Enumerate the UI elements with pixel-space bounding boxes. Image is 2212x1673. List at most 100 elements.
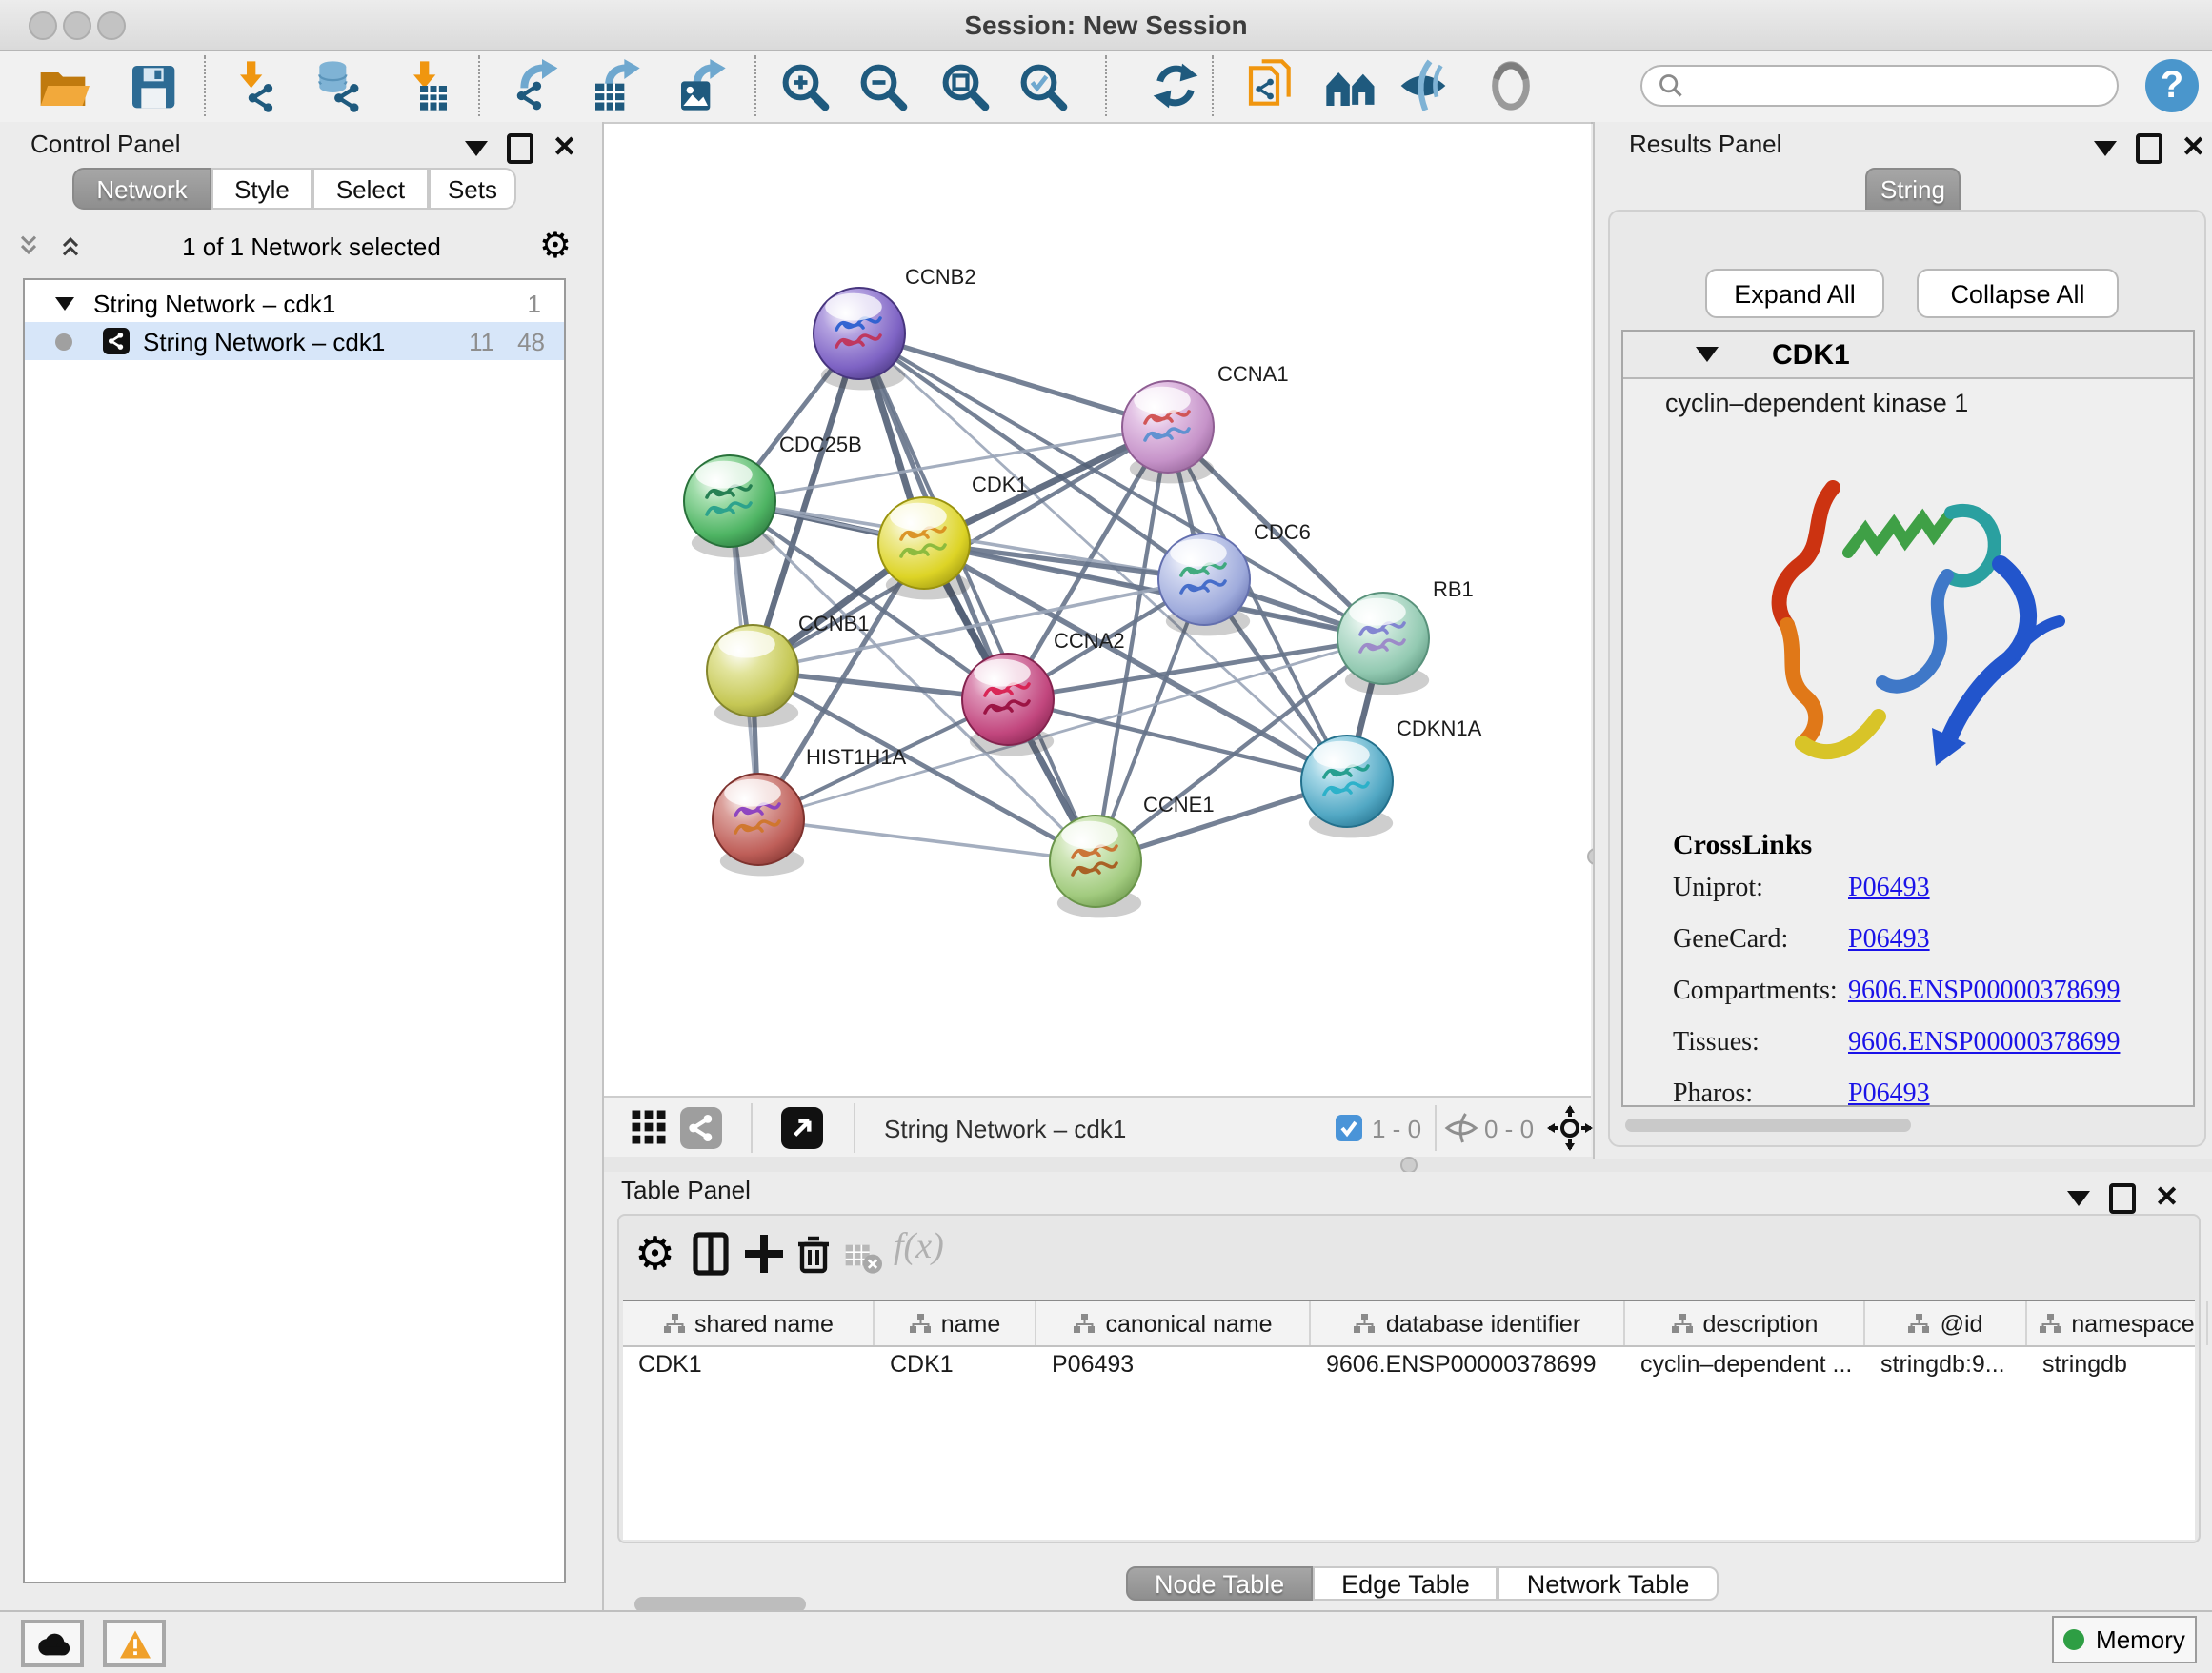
collapse-all-button[interactable]: Collapse All <box>1917 269 2119 318</box>
gear-icon[interactable]: ⚙ <box>539 231 572 261</box>
node-label: CDK1 <box>972 473 1028 496</box>
horizontal-splitter[interactable] <box>604 1157 2212 1172</box>
divider <box>751 1103 753 1153</box>
network-node-CDKN1A[interactable]: CDKN1A <box>1301 716 1482 837</box>
open-in-window-icon[interactable] <box>781 1107 823 1149</box>
zoom-fit-icon[interactable] <box>937 59 991 112</box>
search-field[interactable] <box>1640 65 2119 107</box>
crosslink-row: Tissues:9606.ENSP00000378699 <box>1673 1029 2168 1059</box>
results-scrollbar[interactable] <box>1625 1119 1911 1132</box>
collapse-panel-icon[interactable] <box>465 141 488 156</box>
help-button[interactable]: ? <box>2145 59 2199 112</box>
import-network-icon[interactable] <box>227 59 280 112</box>
table-cell: cyclin–dependent ... <box>1625 1347 1865 1383</box>
clone-network-icon[interactable] <box>1244 59 1297 112</box>
tab-select[interactable]: Select <box>312 168 429 210</box>
column-header-@id[interactable]: @id <box>1865 1301 2027 1345</box>
close-panel-icon[interactable]: ✕ <box>2182 137 2205 160</box>
close-panel-icon[interactable]: ✕ <box>553 137 576 160</box>
column-header-label: @id <box>1941 1310 1983 1337</box>
network-node-CCNA1[interactable]: CCNA1 <box>1122 362 1289 483</box>
collapse-panel-icon[interactable] <box>2067 1191 2090 1206</box>
move-crosshair-icon[interactable] <box>1547 1105 1593 1151</box>
tab-network-table[interactable]: Network Table <box>1498 1566 1719 1601</box>
divider <box>1435 1105 1437 1151</box>
memory-button[interactable]: Memory <box>2052 1616 2197 1663</box>
gene-section-header[interactable]: CDK1 <box>1623 332 2193 379</box>
warning-button[interactable] <box>103 1620 166 1667</box>
zoom-out-icon[interactable] <box>855 59 909 112</box>
column-header-canonical-name[interactable]: canonical name <box>1036 1301 1311 1345</box>
node-table: shared namenamecanonical namedatabase id… <box>623 1300 2195 1540</box>
network-node-CDK1[interactable]: CDK1 <box>878 473 1028 599</box>
expand-all-chevron-icon[interactable] <box>15 232 42 259</box>
crosslink-link[interactable]: 9606.ENSP00000378699 <box>1848 978 2120 1008</box>
tab-sets[interactable]: Sets <box>429 168 516 210</box>
tree-expand-icon[interactable] <box>55 296 74 310</box>
export-table-icon[interactable] <box>589 59 642 112</box>
zoom-in-icon[interactable] <box>777 59 831 112</box>
select-columns-icon[interactable] <box>688 1231 734 1277</box>
share-network-icon[interactable] <box>680 1107 722 1149</box>
float-panel-icon[interactable] <box>507 133 533 164</box>
column-header-namespace[interactable]: namespace <box>2027 1301 2208 1345</box>
column-header-database-identifier[interactable]: database identifier <box>1311 1301 1625 1345</box>
hide-eye-slash-icon[interactable] <box>1397 59 1450 112</box>
crosslink-label: Compartments: <box>1673 978 1848 1008</box>
zoom-selected-icon[interactable] <box>1016 59 1069 112</box>
crosslinks-title: CrossLinks <box>1673 831 2168 863</box>
expand-all-button[interactable]: Expand All <box>1705 269 1884 318</box>
hidden-eye-slash-icon[interactable] <box>1444 1111 1478 1145</box>
protein-structure-image <box>1715 431 2096 812</box>
column-header-shared-name[interactable]: shared name <box>623 1301 875 1345</box>
close-panel-icon[interactable]: ✕ <box>2155 1187 2179 1210</box>
tab-node-table[interactable]: Node Table <box>1126 1566 1313 1601</box>
export-network-icon[interactable] <box>509 59 562 112</box>
network-node-CCNB1[interactable]: CCNB1 <box>707 612 870 727</box>
table-cell: CDK1 <box>875 1347 1036 1383</box>
control-panel-title: Control Panel <box>30 130 181 158</box>
network-node-RB1[interactable]: RB1 <box>1337 577 1474 695</box>
network-row-selected[interactable]: String Network – cdk1 11 48 <box>25 322 564 360</box>
tab-string[interactable]: String <box>1865 168 1961 212</box>
cloud-button[interactable] <box>21 1620 84 1667</box>
birdseye-grid-icon[interactable] <box>629 1107 669 1147</box>
network-collection-row[interactable]: String Network – cdk1 1 <box>25 284 564 322</box>
crosslink-link[interactable]: P06493 <box>1848 875 1930 905</box>
selected-checkbox-icon[interactable] <box>1336 1115 1362 1141</box>
float-panel-icon[interactable] <box>2136 133 2162 164</box>
column-header-description[interactable]: description <box>1625 1301 1865 1345</box>
collapse-all-chevron-icon[interactable] <box>57 232 84 259</box>
delete-column-icon[interactable] <box>791 1231 836 1277</box>
float-panel-icon[interactable] <box>2109 1183 2136 1214</box>
import-table-icon[interactable] <box>400 59 453 112</box>
crosslink-link[interactable]: 9606.ENSP00000378699 <box>1848 1029 2120 1059</box>
crosslink-link[interactable]: P06493 <box>1848 926 1930 957</box>
section-collapse-icon[interactable] <box>1696 347 1719 362</box>
network-view[interactable]: CCNB2CCNA1CDC25BCDK1CDC6RB1CCNB1CCNA2CDK… <box>604 122 1591 1098</box>
table-gear-icon[interactable]: ⚙ <box>634 1231 675 1277</box>
eye-icon[interactable] <box>1484 59 1538 112</box>
network-list-header: 1 of 1 Network selected ⚙ <box>15 221 572 271</box>
save-session-icon[interactable] <box>126 59 179 112</box>
search-input[interactable] <box>1684 71 2073 101</box>
search-icon <box>1658 72 1684 99</box>
collapse-panel-icon[interactable] <box>2094 141 2117 156</box>
tab-network[interactable]: Network <box>72 168 211 210</box>
refresh-icon[interactable] <box>1149 59 1202 112</box>
tab-style[interactable]: Style <box>211 168 312 210</box>
network-node-CDC25B[interactable]: CDC25B <box>684 433 862 557</box>
add-column-icon[interactable] <box>741 1231 787 1277</box>
crosslink-link[interactable]: P06493 <box>1848 1080 1930 1111</box>
network-node-HIST1H1A[interactable]: HIST1H1A <box>713 745 906 876</box>
tab-edge-table[interactable]: Edge Table <box>1313 1566 1498 1601</box>
toolbar-divider <box>1105 55 1107 116</box>
houses-icon[interactable] <box>1324 59 1377 112</box>
network-node-CCNB2[interactable]: CCNB2 <box>814 265 976 390</box>
import-database-icon[interactable] <box>311 59 364 112</box>
cloud-icon <box>33 1630 71 1657</box>
column-header-name[interactable]: name <box>875 1301 1036 1345</box>
open-session-icon[interactable] <box>36 59 90 112</box>
export-image-icon[interactable] <box>674 59 728 112</box>
table-row[interactable]: CDK1CDK1P064939606.ENSP00000378699cyclin… <box>623 1347 2195 1383</box>
